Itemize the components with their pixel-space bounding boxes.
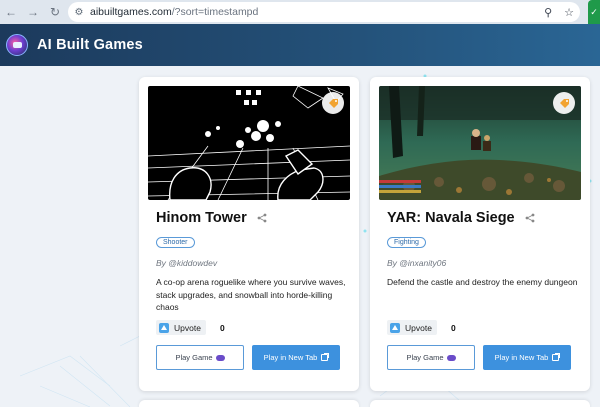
reload-icon: ↻ xyxy=(49,5,61,19)
game-card-next[interactable] xyxy=(370,400,590,407)
game-thumbnail[interactable] xyxy=(379,86,581,200)
zoom-icon[interactable]: ⚲ xyxy=(544,6,552,19)
game-card-next[interactable] xyxy=(139,400,359,407)
gamepad-icon xyxy=(215,354,225,361)
upvote-button[interactable]: Upvote xyxy=(387,320,437,335)
vote-count: 0 xyxy=(219,322,225,333)
back-button[interactable]: ← xyxy=(0,0,22,24)
back-arrow-icon: ← xyxy=(5,5,17,19)
play-new-tab-label: Play in New Tab xyxy=(263,353,318,362)
upvote-label: Upvote xyxy=(405,322,432,333)
forward-arrow-icon: → xyxy=(27,5,39,19)
address-bar[interactable]: ⚙ aibuiltgames.com/?sort=timestampd ⚲ ☆ xyxy=(68,2,580,22)
tag-icon[interactable] xyxy=(322,92,344,114)
url-host: aibuiltgames.com xyxy=(90,6,172,18)
game-card: YAR: Navala Siege Fighting By @inxanity0… xyxy=(370,77,590,391)
game-title[interactable]: YAR: Navala Siege xyxy=(387,210,515,226)
star-icon[interactable]: ☆ xyxy=(564,6,574,19)
play-game-label: Play Game xyxy=(406,353,444,362)
play-game-label: Play Game xyxy=(175,353,213,362)
game-description: Defend the castle and destroy the enemy … xyxy=(387,277,578,287)
extension-check-icon[interactable]: ✓ xyxy=(588,0,600,24)
browser-toolbar: ← → ↻ ⚙ aibuiltgames.com/?sort=timestamp… xyxy=(0,0,600,24)
play-new-tab-button[interactable]: Play in New Tab xyxy=(483,345,571,370)
vote-count: 0 xyxy=(450,322,456,333)
play-game-button[interactable]: Play Game xyxy=(156,345,244,370)
upvote-label: Upvote xyxy=(174,322,201,333)
game-card: Hinom Tower Shooter By @kiddowdev A co-o… xyxy=(139,77,359,391)
external-link-icon xyxy=(321,353,330,361)
share-icon[interactable] xyxy=(257,213,267,223)
app-header: AI Built Games xyxy=(0,24,600,66)
genre-badge[interactable]: Shooter xyxy=(156,237,195,248)
play-new-tab-label: Play in New Tab xyxy=(494,353,549,362)
game-title[interactable]: Hinom Tower xyxy=(156,210,247,226)
url-path: /?sort=timestampd xyxy=(171,6,259,18)
play-game-button[interactable]: Play Game xyxy=(387,345,475,370)
reload-button[interactable]: ↻ xyxy=(44,0,66,24)
logo-icon[interactable] xyxy=(6,34,28,56)
game-thumbnail[interactable] xyxy=(148,86,350,200)
thumbnail-image xyxy=(148,86,350,200)
upvote-button[interactable]: Upvote xyxy=(156,320,206,335)
thumbnail-image xyxy=(379,86,581,200)
tag-icon[interactable] xyxy=(553,92,575,114)
author-link[interactable]: By @kiddowdev xyxy=(156,258,217,268)
share-icon[interactable] xyxy=(525,213,535,223)
upvote-icon xyxy=(390,322,400,333)
author-link[interactable]: By @inxanity06 xyxy=(387,258,446,268)
external-link-icon xyxy=(552,353,561,361)
site-settings-icon[interactable]: ⚙ xyxy=(68,2,90,22)
app-title[interactable]: AI Built Games xyxy=(37,37,143,53)
gamepad-icon xyxy=(446,354,456,361)
game-description: A co-op arena roguelike where you surviv… xyxy=(156,277,346,312)
genre-badge[interactable]: Fighting xyxy=(387,237,426,248)
upvote-icon xyxy=(159,322,169,333)
forward-button[interactable]: → xyxy=(22,0,44,24)
play-new-tab-button[interactable]: Play in New Tab xyxy=(252,345,340,370)
